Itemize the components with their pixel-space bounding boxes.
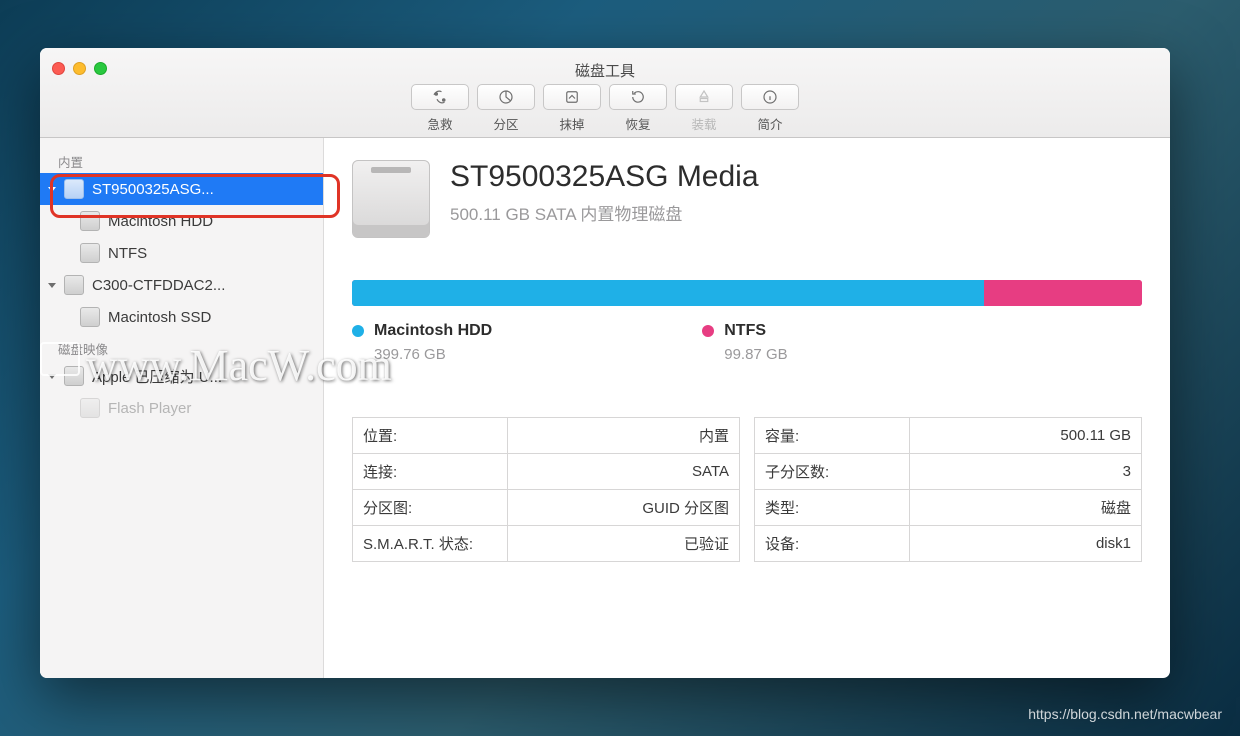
volume-icon (80, 243, 100, 263)
detail-row: 类型:磁盘 (755, 490, 1142, 526)
legend-size: 99.87 GB (724, 346, 787, 363)
disclosure-icon[interactable] (48, 283, 56, 288)
sidebar-item-label: C300-CTFDDAC2... (92, 277, 225, 294)
sidebar-item-label: Apple 已压缩为 U... (92, 366, 222, 387)
toolbar-partition[interactable]: 分区 (477, 84, 535, 133)
usage-bar (352, 280, 1142, 306)
volume-icon (80, 211, 100, 231)
first-aid-icon (411, 84, 469, 110)
detail-key: 设备: (755, 526, 910, 562)
detail-key: 容量: (755, 418, 910, 454)
drive-icon (64, 179, 84, 199)
toolbar-label: 恢复 (625, 114, 650, 133)
restore-icon (609, 84, 667, 110)
details-left: 位置:内置连接:SATA分区图:GUID 分区图S.M.A.R.T. 状态:已验… (352, 417, 740, 562)
sidebar-item[interactable]: ST9500325ASG... (40, 173, 323, 205)
mount-icon (675, 84, 733, 110)
detail-row: 设备:disk1 (755, 526, 1142, 562)
sidebar-item-label: NTFS (108, 245, 147, 262)
erase-icon (543, 84, 601, 110)
toolbar-first-aid[interactable]: 急救 (411, 84, 469, 133)
detail-value: 3 (909, 454, 1141, 490)
legend-item: Macintosh HDD 399.76 GB (352, 322, 492, 363)
sidebar-section-header: 磁盘映像 (40, 333, 323, 360)
detail-value: 内置 (507, 418, 739, 454)
disk-icon (352, 160, 430, 238)
legend-dot-icon (702, 325, 714, 337)
legend-dot-icon (352, 325, 364, 337)
info-icon (741, 84, 799, 110)
detail-value: disk1 (909, 526, 1141, 562)
volume-icon (80, 398, 100, 418)
detail-key: 类型: (755, 490, 910, 526)
details-right: 容量:500.11 GB子分区数:3类型:磁盘设备:disk1 (754, 417, 1142, 562)
detail-value: GUID 分区图 (507, 490, 739, 526)
legend-name: Macintosh HDD (374, 322, 492, 340)
sidebar-item[interactable]: Macintosh SSD (40, 301, 323, 333)
toolbar-label: 抹掉 (559, 114, 584, 133)
detail-key: S.M.A.R.T. 状态: (353, 526, 508, 562)
sidebar-item-label: ST9500325ASG... (92, 181, 214, 198)
sidebar-item[interactable]: Macintosh HDD (40, 205, 323, 237)
detail-row: S.M.A.R.T. 状态:已验证 (353, 526, 740, 562)
detail-key: 连接: (353, 454, 508, 490)
toolbar-mount: 装载 (675, 84, 733, 133)
volume-icon (80, 307, 100, 327)
toolbar: 急救 分区 抹掉 恢复 装载 简介 (40, 84, 1170, 133)
drive-icon (64, 366, 84, 386)
usage-legend: Macintosh HDD 399.76 GB NTFS 99.87 GB (352, 322, 1142, 363)
detail-row: 子分区数:3 (755, 454, 1142, 490)
sidebar-item[interactable]: Flash Player (40, 392, 323, 424)
toolbar-label: 装载 (691, 114, 716, 133)
main-pane: ST9500325ASG Media 500.11 GB SATA 内置物理磁盘… (324, 138, 1170, 678)
legend-name: NTFS (724, 322, 766, 340)
detail-value: 磁盘 (909, 490, 1141, 526)
disk-title: ST9500325ASG Media (450, 160, 759, 194)
usage-segment (352, 280, 984, 306)
sidebar-item[interactable]: C300-CTFDDAC2... (40, 269, 323, 301)
sidebar-item-label: Macintosh HDD (108, 213, 213, 230)
usage-section: Macintosh HDD 399.76 GB NTFS 99.87 GB (352, 280, 1142, 363)
window-title: 磁盘工具 (40, 60, 1170, 81)
detail-tables: 位置:内置连接:SATA分区图:GUID 分区图S.M.A.R.T. 状态:已验… (352, 417, 1142, 562)
detail-row: 分区图:GUID 分区图 (353, 490, 740, 526)
sidebar-item[interactable]: Apple 已压缩为 U... (40, 360, 323, 392)
usage-segment (984, 280, 1142, 306)
toolbar-erase[interactable]: 抹掉 (543, 84, 601, 133)
toolbar-label: 急救 (427, 114, 452, 133)
sidebar: 内置 ST9500325ASG... Macintosh HDD NTFS C300-C… (40, 138, 324, 678)
sidebar-item[interactable]: NTFS (40, 237, 323, 269)
sidebar-item-label: Macintosh SSD (108, 309, 211, 326)
disk-utility-window: 磁盘工具 急救 分区 抹掉 恢复 装载 简介 内置 ST9500325ASG... Macin… (40, 48, 1170, 678)
detail-key: 子分区数: (755, 454, 910, 490)
legend-item: NTFS 99.87 GB (702, 322, 787, 363)
toolbar-info[interactable]: 简介 (741, 84, 799, 133)
detail-key: 分区图: (353, 490, 508, 526)
detail-key: 位置: (353, 418, 508, 454)
sidebar-section-header: 内置 (40, 146, 323, 173)
disk-subtitle: 500.11 GB SATA 内置物理磁盘 (450, 200, 759, 225)
disclosure-icon[interactable] (48, 374, 56, 379)
source-url: https://blog.csdn.net/macwbear (1028, 706, 1222, 722)
drive-icon (64, 275, 84, 295)
detail-row: 连接:SATA (353, 454, 740, 490)
detail-value: SATA (507, 454, 739, 490)
detail-row: 位置:内置 (353, 418, 740, 454)
detail-value: 500.11 GB (909, 418, 1141, 454)
sidebar-item-label: Flash Player (108, 400, 191, 417)
disclosure-icon[interactable] (48, 187, 56, 192)
detail-row: 容量:500.11 GB (755, 418, 1142, 454)
partition-icon (477, 84, 535, 110)
legend-size: 399.76 GB (374, 346, 492, 363)
toolbar-restore[interactable]: 恢复 (609, 84, 667, 133)
detail-value: 已验证 (507, 526, 739, 562)
titlebar: 磁盘工具 急救 分区 抹掉 恢复 装载 简介 (40, 48, 1170, 138)
toolbar-label: 分区 (493, 114, 518, 133)
toolbar-label: 简介 (757, 114, 782, 133)
